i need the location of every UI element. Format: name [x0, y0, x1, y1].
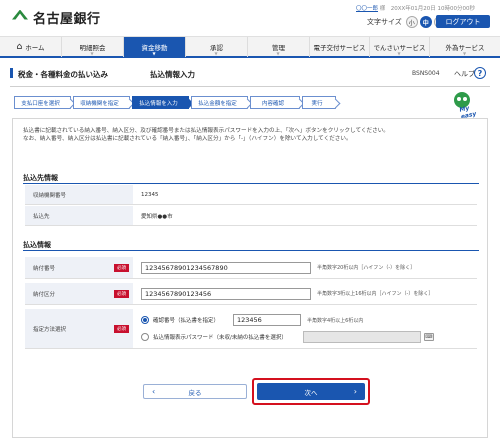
payment-category-cell: 半角数字3桁以上16桁以内［ハイフン（-）を除く］ — [133, 283, 477, 304]
user-name-link[interactable]: 〇〇一郎 — [356, 6, 378, 12]
help-label[interactable]: ヘルプ — [454, 69, 475, 79]
home-icon: ⌂ — [16, 42, 23, 52]
step-specify-amount: 払込金額を指定 — [191, 96, 248, 109]
chevron-down-icon: ▼ — [276, 51, 280, 56]
step-specify-institution: 収納機関を指定 — [73, 96, 130, 109]
nav-item-approval[interactable]: 承認 ▼ — [186, 37, 248, 57]
table-row: 収納機関番号 12345 — [25, 185, 477, 205]
nav-item-densai[interactable]: でんさいサービス ▼ — [370, 37, 430, 57]
payment-number-hint: 半角数字20桁以内［ハイフン（-）を除く］ — [317, 265, 416, 271]
help-icon[interactable]: ? — [474, 67, 486, 79]
step-execute: 実行 — [302, 96, 336, 109]
login-datetime: 様 20XX年01月20日 10時00分00秒 — [379, 6, 476, 12]
user-info: 〇〇一郎 様 20XX年01月20日 10時00分00秒 — [356, 4, 475, 12]
confirmation-number-radio[interactable] — [141, 316, 149, 324]
institution-number-label: 収納機関番号 — [25, 185, 133, 204]
method-label-cell: 指定方法選択 必須 — [25, 309, 133, 348]
back-button-label: 戻る — [188, 388, 202, 397]
nav-item-statements[interactable]: 明細照会 ▼ — [62, 37, 124, 57]
nav-item-home[interactable]: ⌂ ホーム — [0, 37, 62, 57]
required-badge: 必須 — [114, 263, 129, 272]
payment-number-label: 納付番号 — [33, 265, 56, 272]
logout-button[interactable]: ログアウト — [436, 15, 490, 28]
chevron-down-icon: ▼ — [397, 51, 401, 56]
page-title: 税金・各種料金の払い込み — [18, 70, 108, 79]
nav-item-e-delivery[interactable]: 電子交付サービス — [310, 37, 370, 57]
payment-number-input[interactable] — [141, 261, 311, 274]
payee-section-title: 払込先情報 — [23, 174, 58, 182]
payment-category-label-cell: 納付区分 必須 — [25, 283, 133, 304]
bank-logo-icon — [12, 9, 28, 26]
payment-category-input[interactable] — [141, 287, 311, 300]
nav-item-transfer[interactable]: 資金移動 ▼ — [124, 37, 186, 57]
page-title-row: 税金・各種料金の払い込み 払込情報入力 BSNS004 ヘルプ ? — [10, 66, 490, 80]
payee-value: 愛知県●●市 — [141, 213, 173, 220]
chevron-down-icon: ▼ — [214, 51, 218, 56]
chevron-right-icon: › — [353, 387, 357, 396]
chevron-down-icon: ▼ — [152, 51, 156, 56]
table-row: 納付番号 必須 半角数字20桁以内［ハイフン（-）を除く］ — [25, 257, 477, 279]
method-cell: 確認番号（払込書を指定） 半角数字4桁以上6桁以内 払込情報表示パスワード（未収… — [133, 309, 477, 348]
method-label: 指定方法選択 — [33, 326, 67, 333]
required-badge: 必須 — [114, 324, 129, 333]
font-size-label: 文字サイズ — [367, 18, 402, 26]
title-accent-bar — [10, 68, 13, 78]
font-size-small-button[interactable]: 小 — [405, 16, 418, 28]
institution-number-value: 12345 — [141, 191, 159, 198]
global-nav: ⌂ ホーム 明細照会 ▼ 資金移動 ▼ 承認 ▼ 管理 ▼ 電子交付サービス で… — [0, 36, 500, 58]
payment-section-title: 払込情報 — [23, 241, 51, 249]
instruction-line-2: なお、納入番号、納入区分は払込書に記載されている「納入番号」、「納入区分」から「… — [23, 136, 352, 142]
table-row: 払込先 愛知県●●市 — [25, 206, 477, 226]
nav-item-forex[interactable]: 外為サービス ▼ — [430, 37, 500, 57]
chevron-down-icon: ▼ — [463, 51, 467, 56]
nav-item-admin[interactable]: 管理 ▼ — [248, 37, 310, 57]
payee-label: 払込先 — [25, 206, 133, 225]
method-option-2: 払込情報表示パスワード（未収/未納の払込書を選択） ⌨ — [141, 331, 434, 343]
header: 名古屋銀行 〇〇一郎 様 20XX年01月20日 10時00分00秒 文字サイズ… — [0, 0, 500, 35]
confirmation-number-hint: 半角数字4桁以上6桁以内 — [307, 317, 364, 324]
payment-category-label: 納付区分 — [33, 291, 56, 298]
password-option-label: 払込情報表示パスワード（未収/未納の払込書を選択） — [153, 335, 287, 341]
payment-number-cell: 半角数字20桁以内［ハイフン（-）を除く］ — [133, 257, 477, 278]
nav-item-label: ホーム — [25, 44, 45, 52]
section-divider — [23, 250, 479, 251]
chevron-down-icon: ▼ — [90, 51, 94, 56]
section-divider — [23, 183, 479, 184]
method-option-1: 確認番号（払込書を指定） 半角数字4桁以上6桁以内 — [141, 314, 363, 326]
table-row: 納付区分 必須 半角数字3桁以上16桁以内［ハイフン（-）を除く］ — [25, 283, 477, 305]
step-enter-payment-info: 払込情報を入力 — [132, 96, 189, 109]
instruction-line-1: 払込書に記載されている納入番号、納入区分、及び確認番号または払込情報表示パスワー… — [23, 128, 389, 134]
screen-id: BSNS004 — [412, 70, 440, 77]
main-panel: 払込書に記載されている納入番号、納入区分、及び確認番号または払込情報表示パスワー… — [12, 118, 488, 438]
button-area: ‹ 戻る 次へ › — [13, 373, 489, 409]
back-button[interactable]: ‹ 戻る — [143, 384, 247, 399]
mascot-logo: My easy — [452, 92, 486, 121]
nav-item-label: 電子交付サービス — [313, 44, 366, 52]
instructions: 払込書に記載されている納入番号、納入区分、及び確認番号または払込情報表示パスワー… — [23, 127, 479, 143]
step-confirm: 内容確認 — [250, 96, 300, 109]
payment-category-hint: 半角数字3桁以上16桁以内［ハイフン（-）を除く］ — [317, 291, 434, 297]
progress-steps: 支払口座を選択 収納機関を指定 払込情報を入力 払込金額を指定 内容確認 実行 — [14, 96, 338, 109]
bank-logo: 名古屋銀行 — [12, 8, 101, 27]
confirmation-number-option-label: 確認番号（払込書を指定） — [153, 318, 220, 324]
page-subtitle: 払込情報入力 — [150, 70, 195, 79]
next-button-label: 次へ — [304, 388, 318, 397]
bank-name: 名古屋銀行 — [33, 12, 101, 27]
table-row: 指定方法選択 必須 確認番号（払込書を指定） 半角数字4桁以上6桁以内 払込情報… — [25, 309, 477, 349]
title-divider — [10, 86, 490, 87]
password-radio[interactable] — [141, 333, 149, 341]
next-button[interactable]: 次へ › — [257, 383, 365, 400]
password-input[interactable] — [303, 331, 421, 343]
required-badge: 必須 — [114, 289, 129, 298]
software-keyboard-icon[interactable]: ⌨ — [424, 333, 434, 341]
font-size-medium-button[interactable]: 中 — [419, 16, 432, 28]
chevron-left-icon: ‹ — [152, 387, 156, 396]
confirmation-number-input[interactable] — [233, 314, 301, 326]
step-select-account: 支払口座を選択 — [14, 96, 71, 109]
payment-number-label-cell: 納付番号 必須 — [25, 257, 133, 278]
